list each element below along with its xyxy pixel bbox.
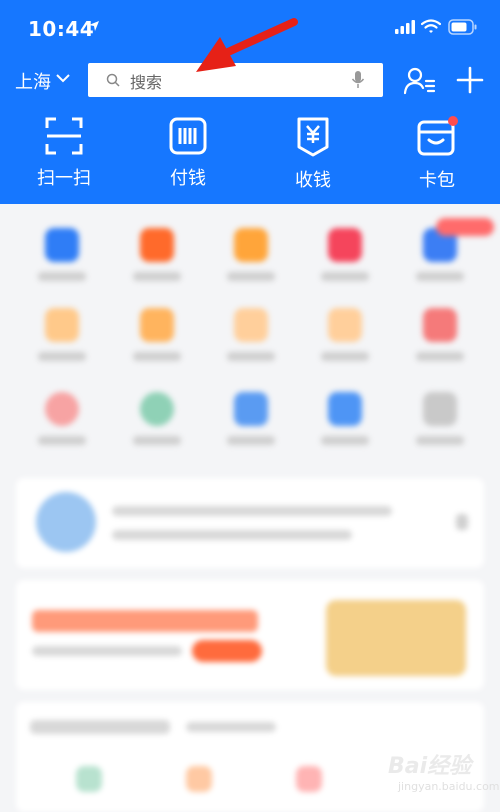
service-grid-item[interactable]	[122, 308, 192, 361]
annotation-arrow	[196, 18, 298, 72]
quick-action-collect[interactable]: 收钱	[268, 116, 358, 192]
service-grid-item[interactable]	[310, 228, 380, 281]
quick-action-label: 扫一扫	[37, 168, 91, 189]
cellular-signal-icon	[395, 20, 415, 34]
service-grid-item[interactable]	[405, 392, 475, 445]
service-grid-item[interactable]	[216, 308, 286, 361]
blurred-content-area	[0, 204, 500, 812]
news-card[interactable]	[16, 478, 484, 568]
search-input[interactable]: 搜索	[130, 69, 162, 93]
service-grid-item[interactable]	[122, 228, 192, 281]
service-grid-item[interactable]	[216, 392, 286, 445]
quick-action-pay[interactable]: 付钱	[143, 116, 233, 190]
wifi-icon	[421, 19, 441, 33]
service-grid-item[interactable]	[405, 308, 475, 361]
watermark-url: jingyan.baidu.com	[398, 780, 500, 793]
news-card-illustration	[36, 492, 96, 552]
chevron-down-icon[interactable]	[56, 73, 70, 83]
status-time: 10:44	[28, 17, 95, 41]
card-wallet-icon	[417, 116, 458, 156]
service-grid-item[interactable]	[27, 228, 97, 281]
service-grid-item[interactable]	[310, 308, 380, 361]
search-icon	[106, 73, 120, 87]
city-selector[interactable]: 上海	[15, 68, 51, 94]
quick-action-label: 收钱	[295, 170, 331, 191]
service-grid-item[interactable]	[27, 392, 97, 445]
promo-illustration	[326, 600, 466, 676]
scan-icon	[45, 117, 83, 155]
service-grid-item[interactable]	[122, 392, 192, 445]
quick-action-label: 卡包	[419, 170, 455, 191]
app-header: 10:44 上海 搜索 扫一扫 付钱 收钱 卡包	[0, 0, 500, 204]
battery-icon	[448, 19, 477, 35]
service-grid-item[interactable]	[310, 392, 380, 445]
watermark: Bai经验	[388, 754, 472, 779]
quick-action-scan[interactable]: 扫一扫	[19, 116, 109, 190]
location-arrow-icon	[89, 21, 99, 31]
plus-icon[interactable]	[456, 66, 484, 94]
quick-action-label: 付钱	[170, 168, 206, 189]
service-grid-item[interactable]	[216, 228, 286, 281]
promo-banner[interactable]	[16, 580, 484, 690]
microphone-icon[interactable]	[351, 70, 365, 90]
promo-badge	[436, 218, 494, 236]
quick-action-card-wallet[interactable]: 卡包	[392, 116, 482, 192]
service-grid-item[interactable]	[27, 308, 97, 361]
chevron-right-icon	[456, 514, 468, 530]
pay-icon	[169, 117, 207, 155]
contacts-icon[interactable]	[404, 66, 436, 96]
collect-icon	[297, 117, 329, 157]
